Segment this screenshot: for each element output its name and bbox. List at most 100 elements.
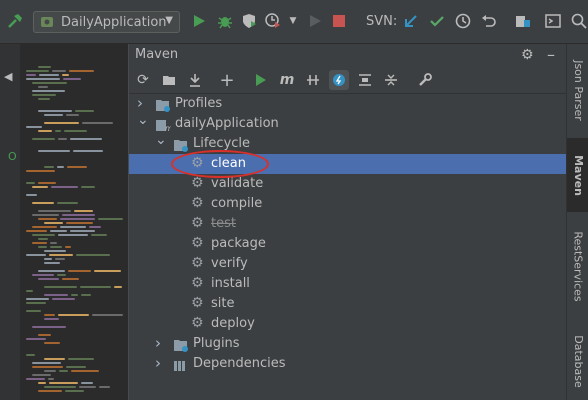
download-icon[interactable] (185, 70, 205, 90)
editor-gutter: ◀ O (0, 44, 20, 400)
maven-goal-icon[interactable]: m (277, 70, 297, 90)
tree-node-label: deploy (211, 316, 255, 331)
code-line (38, 130, 52, 132)
lifecycle-goal-deploy[interactable]: ⚙ deploy (129, 314, 566, 334)
code-line (44, 222, 63, 224)
code-line (26, 338, 46, 340)
code-line (38, 390, 62, 392)
editor-area[interactable]: ◀ O (0, 44, 128, 400)
tree-node-label: install (211, 276, 250, 291)
code-line (32, 186, 48, 188)
chevron-right-icon[interactable]: › (155, 334, 161, 352)
project-structure-icon[interactable] (514, 12, 532, 30)
code-line (32, 214, 59, 216)
code-line (91, 234, 107, 236)
run-maven-icon[interactable] (251, 70, 271, 90)
code-line (60, 218, 95, 220)
tree-node-profiles[interactable]: › Profiles (129, 94, 566, 114)
code-line (81, 382, 93, 384)
maven-tool-window: Maven ⚙ – ⟳ + m ›Profiles⌄mdailyA (129, 44, 566, 400)
wrench-icon[interactable] (415, 70, 435, 90)
code-line (26, 74, 36, 76)
tab-json-parser[interactable]: Json Parser (567, 48, 588, 132)
folder-icon (173, 137, 189, 152)
tree-node-plugins[interactable]: › Plugins (129, 334, 566, 354)
tab-database-label: Database (571, 334, 585, 388)
code-line (38, 246, 47, 248)
chevron-down-icon[interactable]: ▼ (284, 12, 302, 30)
terminal-icon[interactable] (544, 12, 562, 30)
maven-toolbar: ⟳ + m (129, 66, 566, 94)
add-icon[interactable]: + (217, 70, 237, 91)
lifecycle-goal-clean[interactable]: ⚙ clean (129, 154, 566, 174)
code-line (44, 250, 66, 252)
tab-database[interactable]: Database (567, 322, 588, 400)
dependencies-icon (173, 357, 189, 371)
debug-icon[interactable] (216, 12, 234, 30)
code-line (44, 386, 76, 388)
run-configuration-select[interactable]: DailyApplication ▼ (33, 11, 180, 33)
coverage-icon[interactable] (240, 12, 258, 30)
code-line (32, 326, 66, 328)
chevron-down-icon[interactable]: ⌄ (137, 112, 149, 128)
reload-icon[interactable]: ⟳ (133, 70, 153, 90)
code-line (74, 210, 93, 212)
history-icon[interactable] (454, 12, 472, 30)
code-line (44, 358, 65, 360)
tab-maven[interactable]: Maven (567, 138, 588, 212)
generate-sources-icon[interactable] (159, 70, 179, 90)
code-line (44, 122, 79, 124)
toggle-offline-icon[interactable] (303, 70, 323, 90)
code-line (32, 82, 67, 84)
code-line (114, 286, 122, 288)
code-line (44, 114, 63, 116)
svn-update-icon[interactable] (402, 12, 420, 30)
tree-node-lifecycle[interactable]: ⌄ Lifecycle (129, 132, 566, 154)
lifecycle-goal-install[interactable]: ⚙ install (129, 274, 566, 294)
toggle-skip-tests-icon[interactable] (329, 70, 349, 90)
run-icon[interactable] (190, 12, 208, 30)
code-line (44, 286, 77, 288)
code-line (32, 138, 55, 140)
gear-icon: ⚙ (191, 295, 204, 311)
chevron-down-icon[interactable]: ⌄ (155, 132, 167, 148)
lifecycle-goal-site[interactable]: ⚙ site (129, 294, 566, 314)
code-line (26, 302, 46, 304)
gear-icon: ⚙ (191, 235, 204, 251)
revert-icon[interactable] (480, 12, 498, 30)
gear-icon[interactable]: ⚙ (521, 47, 534, 63)
tree-node-dependencies[interactable]: › Dependencies (129, 354, 566, 374)
code-line (60, 226, 86, 228)
code-line (79, 386, 96, 388)
lifecycle-goal-verify[interactable]: ⚙ verify (129, 254, 566, 274)
code-line (44, 166, 54, 168)
lifecycle-goal-validate[interactable]: ⚙ validate (129, 174, 566, 194)
tree-node-label: validate (211, 176, 264, 191)
spring-boot-icon (41, 17, 53, 27)
hammer-icon[interactable] (6, 12, 24, 30)
minimize-icon[interactable]: – (547, 45, 555, 64)
tab-rest-services[interactable]: RestServices (567, 218, 588, 314)
code-line (32, 94, 56, 96)
profile-icon[interactable] (264, 12, 282, 30)
code-line (38, 86, 48, 88)
lifecycle-goal-test[interactable]: ⚙ test (129, 214, 566, 234)
tree-node-dailyapplication[interactable]: ⌄ m dailyApplication (129, 112, 566, 134)
search-icon[interactable] (570, 12, 588, 30)
code-line (65, 246, 71, 248)
code-line (32, 274, 54, 276)
code-line (52, 298, 75, 300)
code-lines (20, 44, 128, 400)
code-line (39, 74, 59, 76)
chevron-right-icon[interactable]: › (137, 94, 143, 112)
chevron-right-icon[interactable]: › (155, 354, 161, 372)
collapse-arrow-icon[interactable]: ◀ (4, 70, 12, 83)
lifecycle-goal-compile[interactable]: ⚙ compile (129, 194, 566, 214)
show-dependencies-icon[interactable] (355, 70, 375, 90)
svn-commit-icon[interactable] (428, 12, 446, 30)
collapse-all-icon[interactable] (381, 70, 401, 90)
run-gutter-icon[interactable]: O (8, 150, 17, 163)
tree-node-label: clean (211, 156, 246, 171)
lifecycle-goal-package[interactable]: ⚙ package (129, 234, 566, 254)
stop-icon[interactable] (330, 12, 348, 30)
